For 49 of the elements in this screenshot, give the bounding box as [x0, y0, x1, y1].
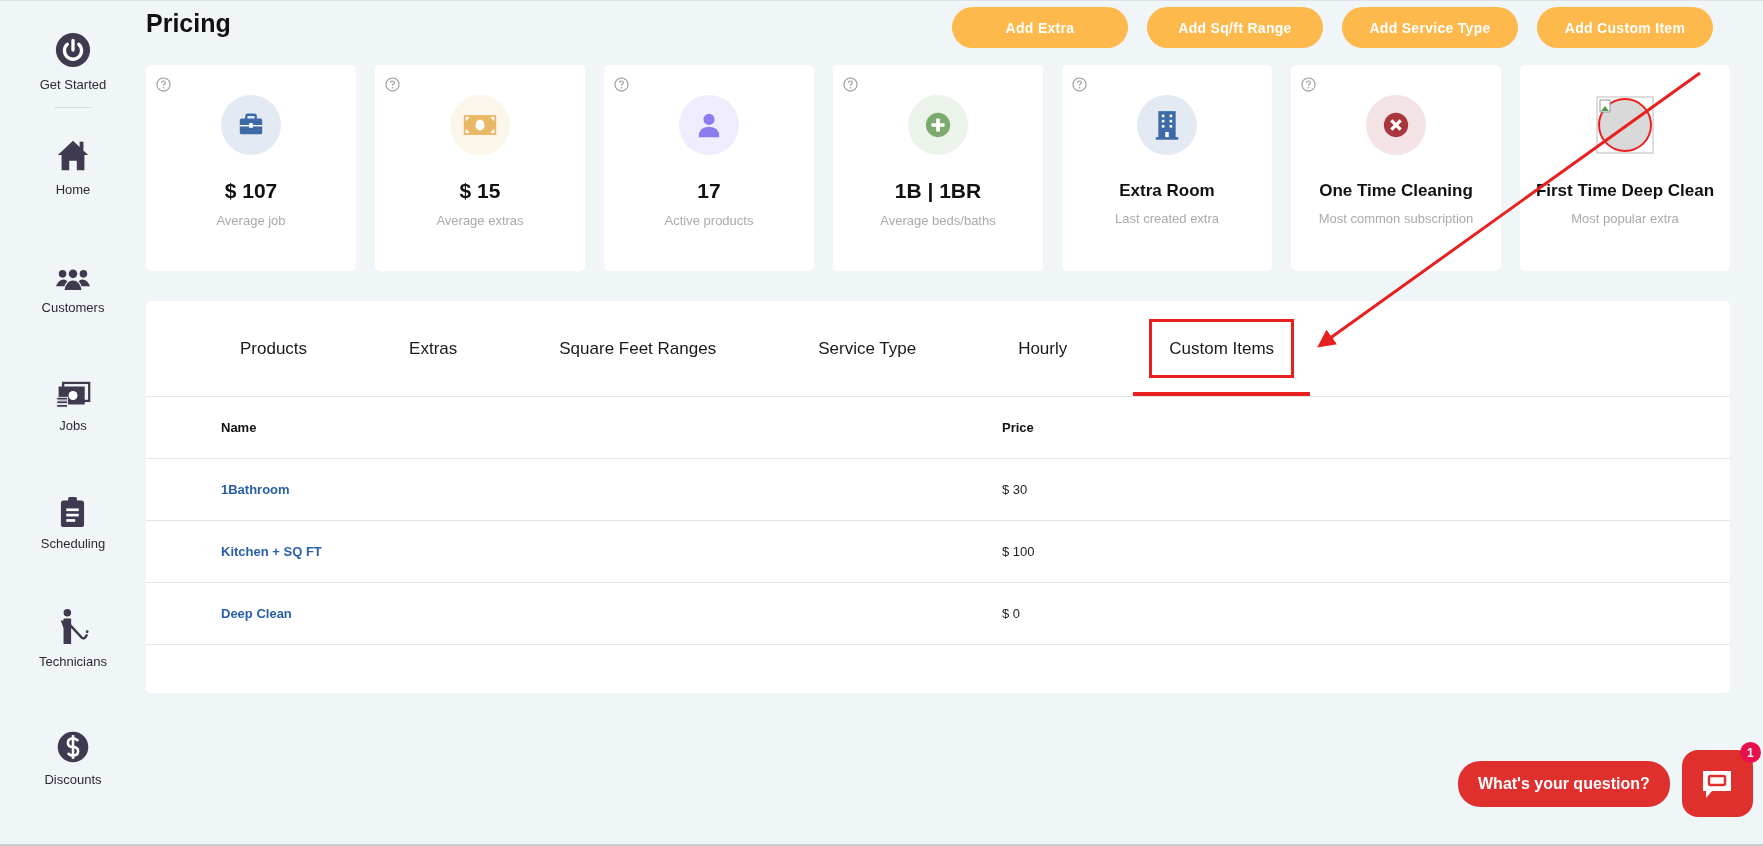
stat-value: $ 15 — [459, 179, 501, 203]
stat-caption: Average job — [216, 213, 286, 228]
column-header: Price — [1002, 420, 1035, 435]
help-icon[interactable] — [1072, 77, 1087, 93]
sidebar-item[interactable]: Scheduling — [40, 488, 106, 606]
notification-badge: 1 — [1739, 742, 1761, 763]
tab[interactable]: Extras — [373, 301, 494, 396]
stat-caption: Average beds/baths — [880, 213, 996, 228]
page-title: Pricing — [146, 9, 231, 38]
tab[interactable]: Service Type — [782, 301, 953, 396]
price-text: $ 0 — [1002, 606, 1021, 621]
stat-caption: Most common subscription — [1318, 211, 1474, 226]
clipboard-icon — [59, 496, 87, 528]
sidebar-item[interactable]: Technicians — [39, 606, 107, 724]
help-icon[interactable] — [156, 77, 171, 93]
help-icon[interactable] — [614, 77, 629, 93]
sidebar-item[interactable]: Discounts — [44, 724, 102, 842]
item-link[interactable]: Deep Clean — [221, 606, 292, 621]
dollar-icon — [56, 730, 90, 764]
stat-caption: Average extras — [436, 213, 524, 228]
sidebar-item[interactable]: Get Started — [39, 29, 107, 107]
cash-icon — [55, 381, 91, 410]
stat-caption: Most popular extra — [1571, 211, 1679, 226]
tab[interactable]: Hourly — [982, 301, 1104, 396]
stat-caption: Last created extra — [1114, 211, 1220, 226]
tab[interactable]: Products — [204, 301, 344, 396]
price-text: $ 30 — [1002, 482, 1028, 497]
tab[interactable]: Square Feet Ranges — [523, 301, 753, 396]
chat-prompt[interactable]: What's your question? — [1458, 760, 1670, 807]
stat-value: 17 — [697, 179, 721, 203]
people-icon — [54, 269, 92, 292]
chat-button[interactable] — [1681, 750, 1753, 817]
stat-value: Extra Room — [1119, 181, 1215, 201]
help-icon[interactable] — [843, 77, 858, 93]
power-icon — [54, 31, 92, 69]
sidebar-item[interactable]: Home — [54, 134, 92, 252]
tab[interactable]: Custom Items — [1133, 301, 1311, 396]
item-link[interactable]: Kitchen + SQ FT — [221, 544, 322, 559]
sidebar-item[interactable]: Jobs — [55, 370, 91, 488]
sidebar-item[interactable]: Customers — [41, 252, 105, 370]
item-link[interactable]: 1Bathroom — [221, 482, 290, 497]
stat-value: One Time Cleaning — [1319, 181, 1473, 201]
stat-caption: Active products — [664, 213, 754, 228]
help-icon[interactable] — [1301, 77, 1316, 93]
help-icon[interactable] — [385, 77, 400, 93]
stat-value: $ 107 — [224, 179, 278, 203]
column-header: Name — [221, 420, 258, 435]
stat-value: 1B | 1BR — [894, 179, 982, 203]
price-text: $ 100 — [1002, 544, 1035, 559]
